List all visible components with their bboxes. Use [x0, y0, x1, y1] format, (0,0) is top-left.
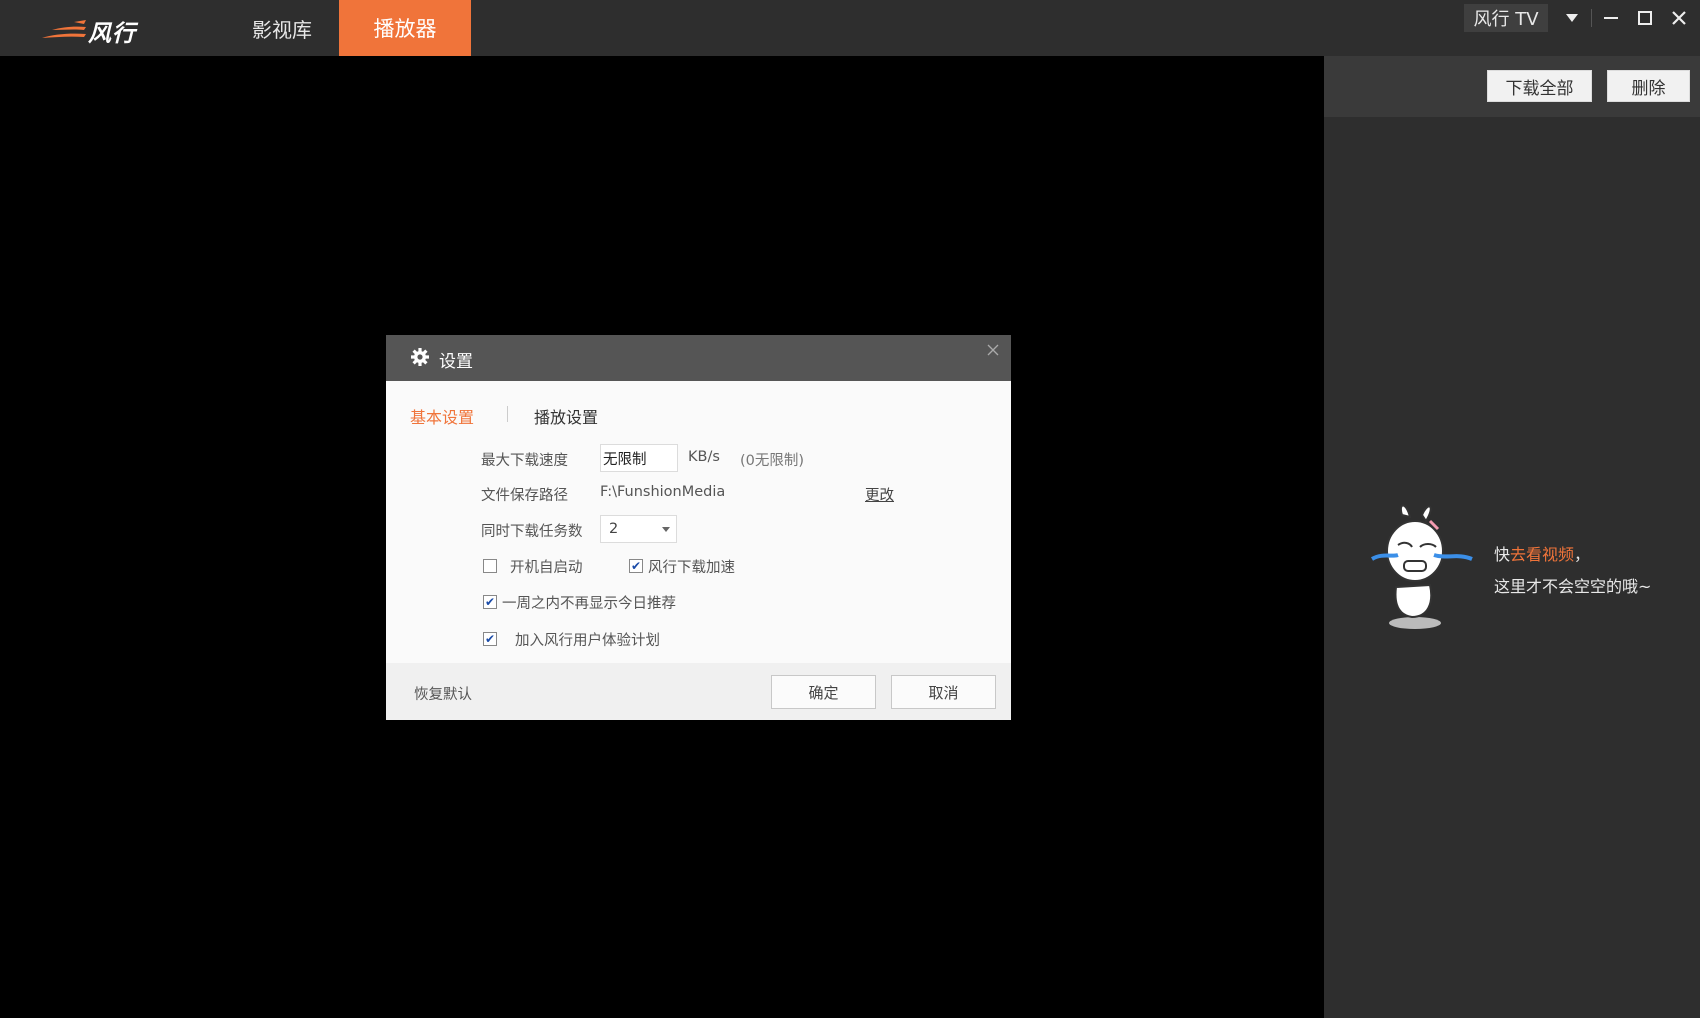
concurrent-label: 同时下载任务数: [481, 524, 583, 540]
download-toolbar: 下载全部 删除: [1324, 56, 1700, 117]
speed-hint: (0无限制): [740, 453, 805, 469]
logo-text: 风行: [88, 21, 136, 47]
cancel-button[interactable]: 取消: [891, 675, 996, 709]
empty-prefix: 快: [1494, 545, 1511, 564]
dialog-title: 设置: [439, 352, 473, 372]
experience-plan-label: 加入风行用户体验计划: [515, 633, 660, 649]
concurrent-select[interactable]: 2: [600, 515, 677, 543]
accelerate-checkbox[interactable]: ✔: [629, 559, 643, 573]
settings-dialog: 设置 基本设置 播放设置 最大下载速度 无限制 KB/s (0无限制) 文件保存…: [386, 335, 1011, 720]
save-path-label: 文件保存路径: [481, 488, 568, 504]
menu-dropdown-icon[interactable]: [1559, 6, 1585, 30]
empty-message: 快去看视频， 这里才不会空空的哦~: [1494, 539, 1651, 603]
hide-recommend-label: 一周之内不再显示今日推荐: [502, 596, 676, 612]
change-path-link[interactable]: 更改: [865, 484, 894, 505]
minimize-icon[interactable]: [1598, 6, 1624, 30]
experience-plan-checkbox[interactable]: ✔: [483, 632, 497, 646]
accelerate-label: 风行下载加速: [648, 560, 735, 576]
dialog-body: 基本设置 播放设置 最大下载速度 无限制 KB/s (0无限制) 文件保存路径 …: [386, 381, 1011, 663]
concurrent-value: 2: [609, 521, 619, 537]
dialog-title-bar[interactable]: 设置: [386, 335, 1011, 381]
hide-recommend-checkbox[interactable]: ✔: [483, 595, 497, 609]
dialog-footer: 恢复默认 确定 取消: [386, 663, 1011, 720]
delete-button[interactable]: 删除: [1607, 70, 1690, 102]
crying-bunny-icon: [1370, 504, 1473, 629]
maximize-icon[interactable]: [1632, 6, 1658, 30]
download-all-button[interactable]: 下载全部: [1487, 70, 1592, 102]
max-speed-label: 最大下载速度: [481, 453, 568, 469]
tab-basic-settings[interactable]: 基本设置: [410, 404, 474, 428]
dialog-close-icon[interactable]: [987, 341, 999, 360]
tab-library[interactable]: 影视库: [222, 0, 342, 56]
gear-icon: [411, 348, 429, 366]
empty-suffix: ，: [1574, 545, 1591, 564]
app-logo[interactable]: 风行: [40, 12, 150, 47]
account-button[interactable]: 风行 TV: [1464, 4, 1548, 32]
speed-unit: KB/s: [688, 449, 720, 465]
restore-defaults-link[interactable]: 恢复默认: [414, 683, 472, 704]
go-watch-link[interactable]: 去看视频: [1510, 545, 1574, 564]
download-panel: 下载全部 删除 快去看视频， 这里才不会空空的哦~: [1324, 56, 1700, 1018]
close-icon[interactable]: [1666, 6, 1692, 30]
tab-play-settings[interactable]: 播放设置: [534, 404, 598, 428]
title-bar: 风行 影视库 播放器 风行 TV: [0, 0, 1700, 56]
ok-button[interactable]: 确定: [771, 675, 876, 709]
chevron-down-icon: [662, 527, 670, 532]
divider: [1591, 9, 1592, 27]
autostart-checkbox[interactable]: [483, 559, 497, 573]
empty-line2: 这里才不会空空的哦~: [1494, 577, 1652, 596]
logo-swoosh-icon: [42, 20, 86, 38]
tab-player[interactable]: 播放器: [339, 0, 471, 56]
tab-divider: [507, 406, 508, 422]
save-path-value: F:\FunshionMedia: [600, 484, 726, 500]
max-speed-input[interactable]: 无限制: [600, 444, 678, 472]
autostart-label: 开机自启动: [510, 560, 583, 576]
